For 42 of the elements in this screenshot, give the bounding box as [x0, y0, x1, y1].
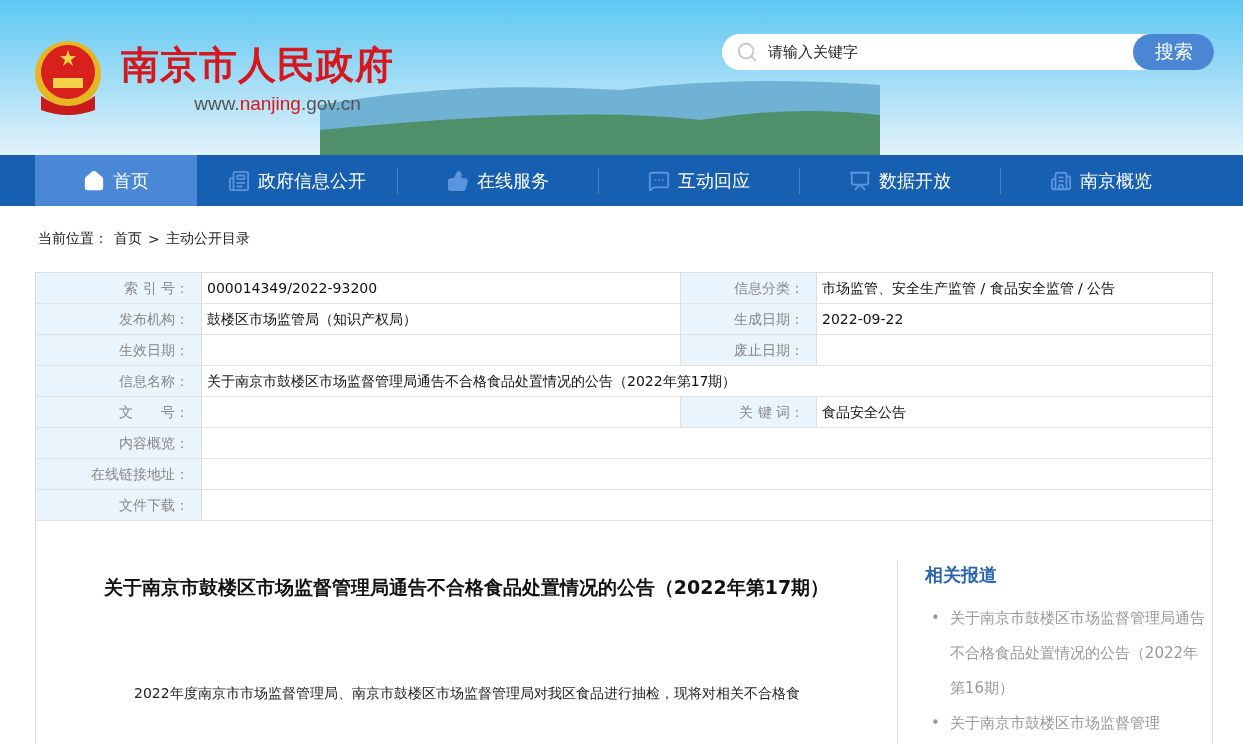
field-label: 在线链接地址：	[36, 459, 202, 489]
site-name: 南京市人民政府	[121, 42, 394, 89]
breadcrumb-link[interactable]: 主动公开目录	[165, 229, 250, 248]
nav-tab[interactable]: 南京概览	[1001, 155, 1201, 206]
field-label: 内容概览：	[36, 428, 202, 458]
breadcrumb-label: 当前位置：	[38, 229, 108, 248]
field-label: 文 号：	[36, 397, 202, 427]
field-label: 索 引 号：	[36, 273, 202, 303]
breadcrumb-link[interactable]: 首页	[114, 229, 142, 248]
field-label: 废止日期：	[681, 335, 817, 365]
field-value: 2022-09-22	[821, 310, 905, 329]
thumbs-up-icon	[447, 169, 469, 192]
field-label: 发布机构：	[36, 304, 202, 334]
field-value: 食品安全公告	[821, 403, 907, 422]
nav-tab[interactable]: 在线服务	[398, 155, 598, 206]
article-title: 关于南京市鼓楼区市场监督管理局通告不合格食品处置情况的公告（2022年第17期）	[102, 575, 831, 600]
nav-tab[interactable]: 互动回应	[599, 155, 799, 206]
field-label: 生效日期：	[36, 335, 202, 365]
field-label: 信息分类：	[681, 273, 817, 303]
field-value: 市场监管、安全生产监管 / 食品安全监管 / 公告	[821, 279, 1117, 298]
related-heading: 相关报道	[925, 563, 998, 587]
field-label: 信息名称：	[36, 366, 202, 396]
nav-tab[interactable]: 数据开放	[800, 155, 1000, 206]
field-label: 文件下载：	[36, 490, 202, 520]
site-url: www.nanjing.gov.cn	[194, 93, 361, 115]
bullet-marker: •	[931, 713, 940, 734]
bullet-marker: •	[931, 608, 940, 629]
newspaper-icon	[228, 169, 250, 192]
nav-tab[interactable]: 政府信息公开	[197, 155, 397, 206]
breadcrumb-separator: >	[148, 230, 160, 247]
building-icon	[1050, 169, 1072, 192]
search-icon	[736, 41, 758, 63]
chat-icon	[648, 169, 670, 192]
field-label: 生成日期：	[681, 304, 817, 334]
chart-icon	[849, 169, 871, 192]
field-value: 关于南京市鼓楼区市场监督管理局通告不合格食品处置情况的公告（2022年第17期）	[206, 372, 738, 391]
home-icon	[83, 169, 105, 192]
search-button[interactable]: 搜索	[1133, 34, 1214, 70]
field-label: 关 键 词：	[681, 397, 817, 427]
search-field[interactable]: 请输入关键字 搜索	[722, 34, 1214, 70]
article-paragraph: 2022年度南京市市场监督管理局、南京市鼓楼区市场监督管理局对我区食品进行抽检，现将对相关不合格食	[133, 684, 801, 703]
nav-tab[interactable]: 首页	[35, 155, 197, 206]
